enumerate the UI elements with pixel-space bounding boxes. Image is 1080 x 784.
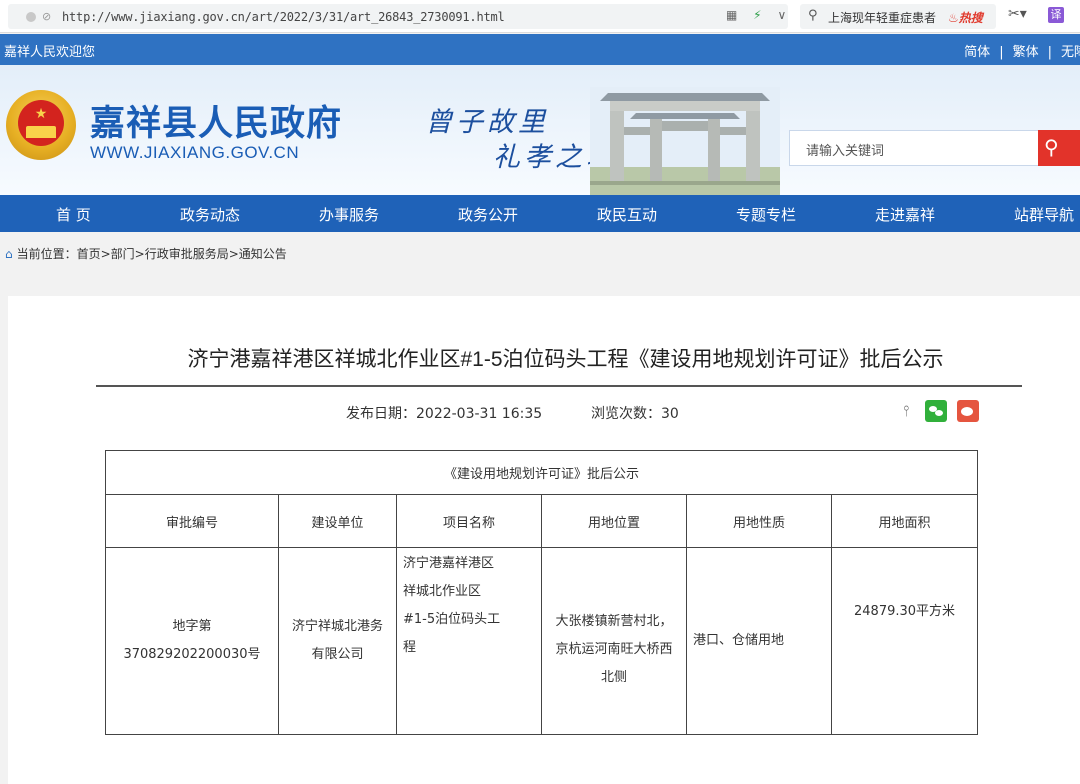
title-divider xyxy=(96,385,1022,387)
land-use-cell: 港口、仓储用地 xyxy=(686,547,832,735)
project-name-line: #1-5泊位码头工 xyxy=(403,612,501,627)
search-suggestion[interactable]: 上海现年轻重症患者 xyxy=(828,9,936,26)
land-location-line: 北侧 xyxy=(600,670,627,685)
accessibility-link[interactable]: 无障碍 xyxy=(1061,45,1080,60)
home-icon: ⌂ xyxy=(5,247,13,261)
wechat-share-icon[interactable] xyxy=(925,400,947,422)
table-row: 地字第 370829202200030号 济宁祥城北港务 有限公司 济宁港嘉祥港… xyxy=(105,547,979,735)
site-search-box[interactable]: 请输入关键词 ⚲ xyxy=(789,130,1080,166)
browser-toolbar: ⊘ http://www.jiaxiang.gov.cn/art/2022/3/… xyxy=(0,0,1080,33)
column-header: 建设单位 xyxy=(278,494,397,548)
nav-home[interactable]: 首 页 xyxy=(56,204,91,225)
table-caption: 《建设用地规划许可证》批后公示 xyxy=(104,450,979,495)
construction-unit-cell: 济宁祥城北港务 有限公司 xyxy=(278,547,397,735)
nav-site-group[interactable]: 站群导航 xyxy=(1014,204,1074,225)
speed-mode-icon[interactable]: ⚡ xyxy=(753,8,761,22)
column-header: 用地位置 xyxy=(541,494,687,548)
approval-number-line: 370829202200030号 xyxy=(123,647,261,662)
address-bar[interactable]: ⊘ http://www.jiaxiang.gov.cn/art/2022/3/… xyxy=(8,4,788,29)
address-url[interactable]: http://www.jiaxiang.gov.cn/art/2022/3/31… xyxy=(62,10,505,24)
project-name-line: 祥城北作业区 xyxy=(403,584,482,599)
language-links: 简体 | 繁体 | 无障碍 xyxy=(964,41,1080,60)
land-location-line: 京杭运河南旺大桥西 xyxy=(555,642,673,657)
qr-code-icon[interactable]: ▦ xyxy=(726,8,737,22)
column-header: 项目名称 xyxy=(396,494,542,548)
hot-search-badge: ♨热搜 xyxy=(948,11,983,25)
separator: | xyxy=(999,45,1004,60)
search-button[interactable]: ⚲ xyxy=(1038,130,1080,166)
column-header: 用地面积 xyxy=(830,494,979,548)
weibo-share-icon[interactable] xyxy=(957,400,979,422)
land-area-cell: 24879.30平方米 xyxy=(830,547,979,735)
permit-table: 《建设用地规划许可证》批后公示 审批编号 建设单位 项目名称 用地位置 用地性质… xyxy=(104,450,979,735)
table-header-row: 审批编号 建设单位 项目名称 用地位置 用地性质 用地面积 xyxy=(105,494,979,548)
land-location-cell: 大张楼镇新营村北， 京杭运河南旺大桥西 北侧 xyxy=(541,547,687,735)
site-info-icon[interactable] xyxy=(26,12,36,22)
breadcrumb-text[interactable]: 当前位置：首页>部门>行政审批服务局>通知公告 xyxy=(17,247,287,261)
column-header: 审批编号 xyxy=(105,494,279,548)
main-nav: 首 页 政务动态 办事服务 政务公开 政民互动 专题专栏 走进嘉祥 站群导航 xyxy=(0,195,1080,232)
view-count: 浏览次数：30 xyxy=(591,406,679,422)
browser-search-box[interactable]: ⚲ 上海现年轻重症患者 ♨热搜 xyxy=(800,4,996,29)
slogan-line-1: 曾子故里 xyxy=(425,107,549,138)
breadcrumb: ⌂ 当前位置：首页>部门>行政审批服务局>通知公告 xyxy=(5,245,287,262)
site-title[interactable]: 嘉祥县人民政府 xyxy=(90,95,342,146)
nav-about-jiaxiang[interactable]: 走进嘉祥 xyxy=(875,204,935,225)
nav-interaction[interactable]: 政民互动 xyxy=(597,204,657,225)
nav-services[interactable]: 办事服务 xyxy=(319,204,379,225)
share-icon[interactable]: ⫯ xyxy=(903,402,910,420)
screenshot-icon[interactable]: ✂▾ xyxy=(1008,6,1027,22)
welcome-text: 嘉祥人民欢迎您 xyxy=(4,45,96,60)
approval-number-cell: 地字第 370829202200030号 xyxy=(105,547,279,735)
search-icon: ⚲ xyxy=(808,8,818,23)
construction-unit-line: 有限公司 xyxy=(311,647,364,662)
memorial-arch-image xyxy=(590,87,780,195)
construction-unit-line: 济宁祥城北港务 xyxy=(291,619,383,634)
publish-date: 发布日期：2022-03-31 16:35 xyxy=(346,406,543,422)
nav-special-topics[interactable]: 专题专栏 xyxy=(736,204,796,225)
nav-public-affairs[interactable]: 政务公开 xyxy=(458,204,518,225)
article-title: 济宁港嘉祥港区祥城北作业区#1-5泊位码头工程《建设用地规划许可证》批后公示 xyxy=(187,348,944,371)
translate-button[interactable]: 译 xyxy=(1048,7,1064,23)
project-name-line: 济宁港嘉祥港区 xyxy=(403,556,495,571)
nav-government-news[interactable]: 政务动态 xyxy=(180,204,240,225)
column-header: 用地性质 xyxy=(686,494,832,548)
approval-number-line: 地字第 xyxy=(172,619,212,634)
separator: | xyxy=(1047,45,1052,60)
not-secure-icon: ⊘ xyxy=(42,10,52,23)
land-location-line: 大张楼镇新营村北， xyxy=(555,614,673,629)
traditional-chinese-link[interactable]: 繁体 xyxy=(1013,45,1039,60)
simplified-chinese-link[interactable]: 简体 xyxy=(964,45,990,60)
site-header: ★ 嘉祥县人民政府 WWW.JIAXIANG.GOV.CN 曾子故里 礼孝之城 … xyxy=(0,65,1080,195)
site-url: WWW.JIAXIANG.GOV.CN xyxy=(90,143,300,162)
article-panel: 济宁港嘉祥港区祥城北作业区#1-5泊位码头工程《建设用地规划许可证》批后公示 发… xyxy=(8,296,1080,784)
top-strip: 嘉祥人民欢迎您 简体 | 繁体 | 无障碍 xyxy=(0,34,1080,65)
project-name-line: 程 xyxy=(403,640,417,655)
search-input[interactable]: 请输入关键词 xyxy=(806,140,884,159)
chevron-down-icon[interactable]: ∨ xyxy=(777,8,786,22)
national-emblem-icon: ★ xyxy=(6,90,76,160)
project-name-cell: 济宁港嘉祥港区 祥城北作业区 #1-5泊位码头工 程 xyxy=(396,547,542,735)
